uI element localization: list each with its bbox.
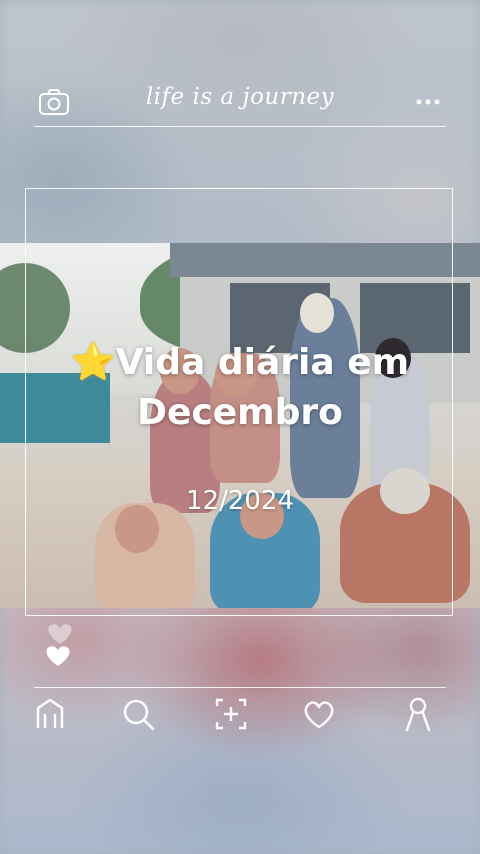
heart-icon[interactable] (40, 610, 80, 670)
post-title: ⭐Vida diária em Decembro (40, 338, 440, 438)
more-dots-icon[interactable] (414, 88, 442, 116)
home-icon[interactable] (30, 694, 70, 734)
heart-outline-icon[interactable] (299, 694, 339, 734)
brand-title: life is a journey (145, 84, 335, 110)
profile-icon[interactable] (398, 694, 438, 734)
post-date: 12/2024 (185, 486, 294, 516)
star-emoji: ⭐ (70, 342, 116, 383)
add-frame-icon[interactable] (211, 694, 251, 734)
header-divider (34, 126, 446, 127)
nav-divider (34, 687, 446, 688)
bottom-nav (0, 694, 480, 740)
post-title-text: Vida diária em Decembro (115, 342, 410, 433)
top-bar: life is a journey (0, 80, 480, 124)
search-icon[interactable] (118, 694, 158, 734)
